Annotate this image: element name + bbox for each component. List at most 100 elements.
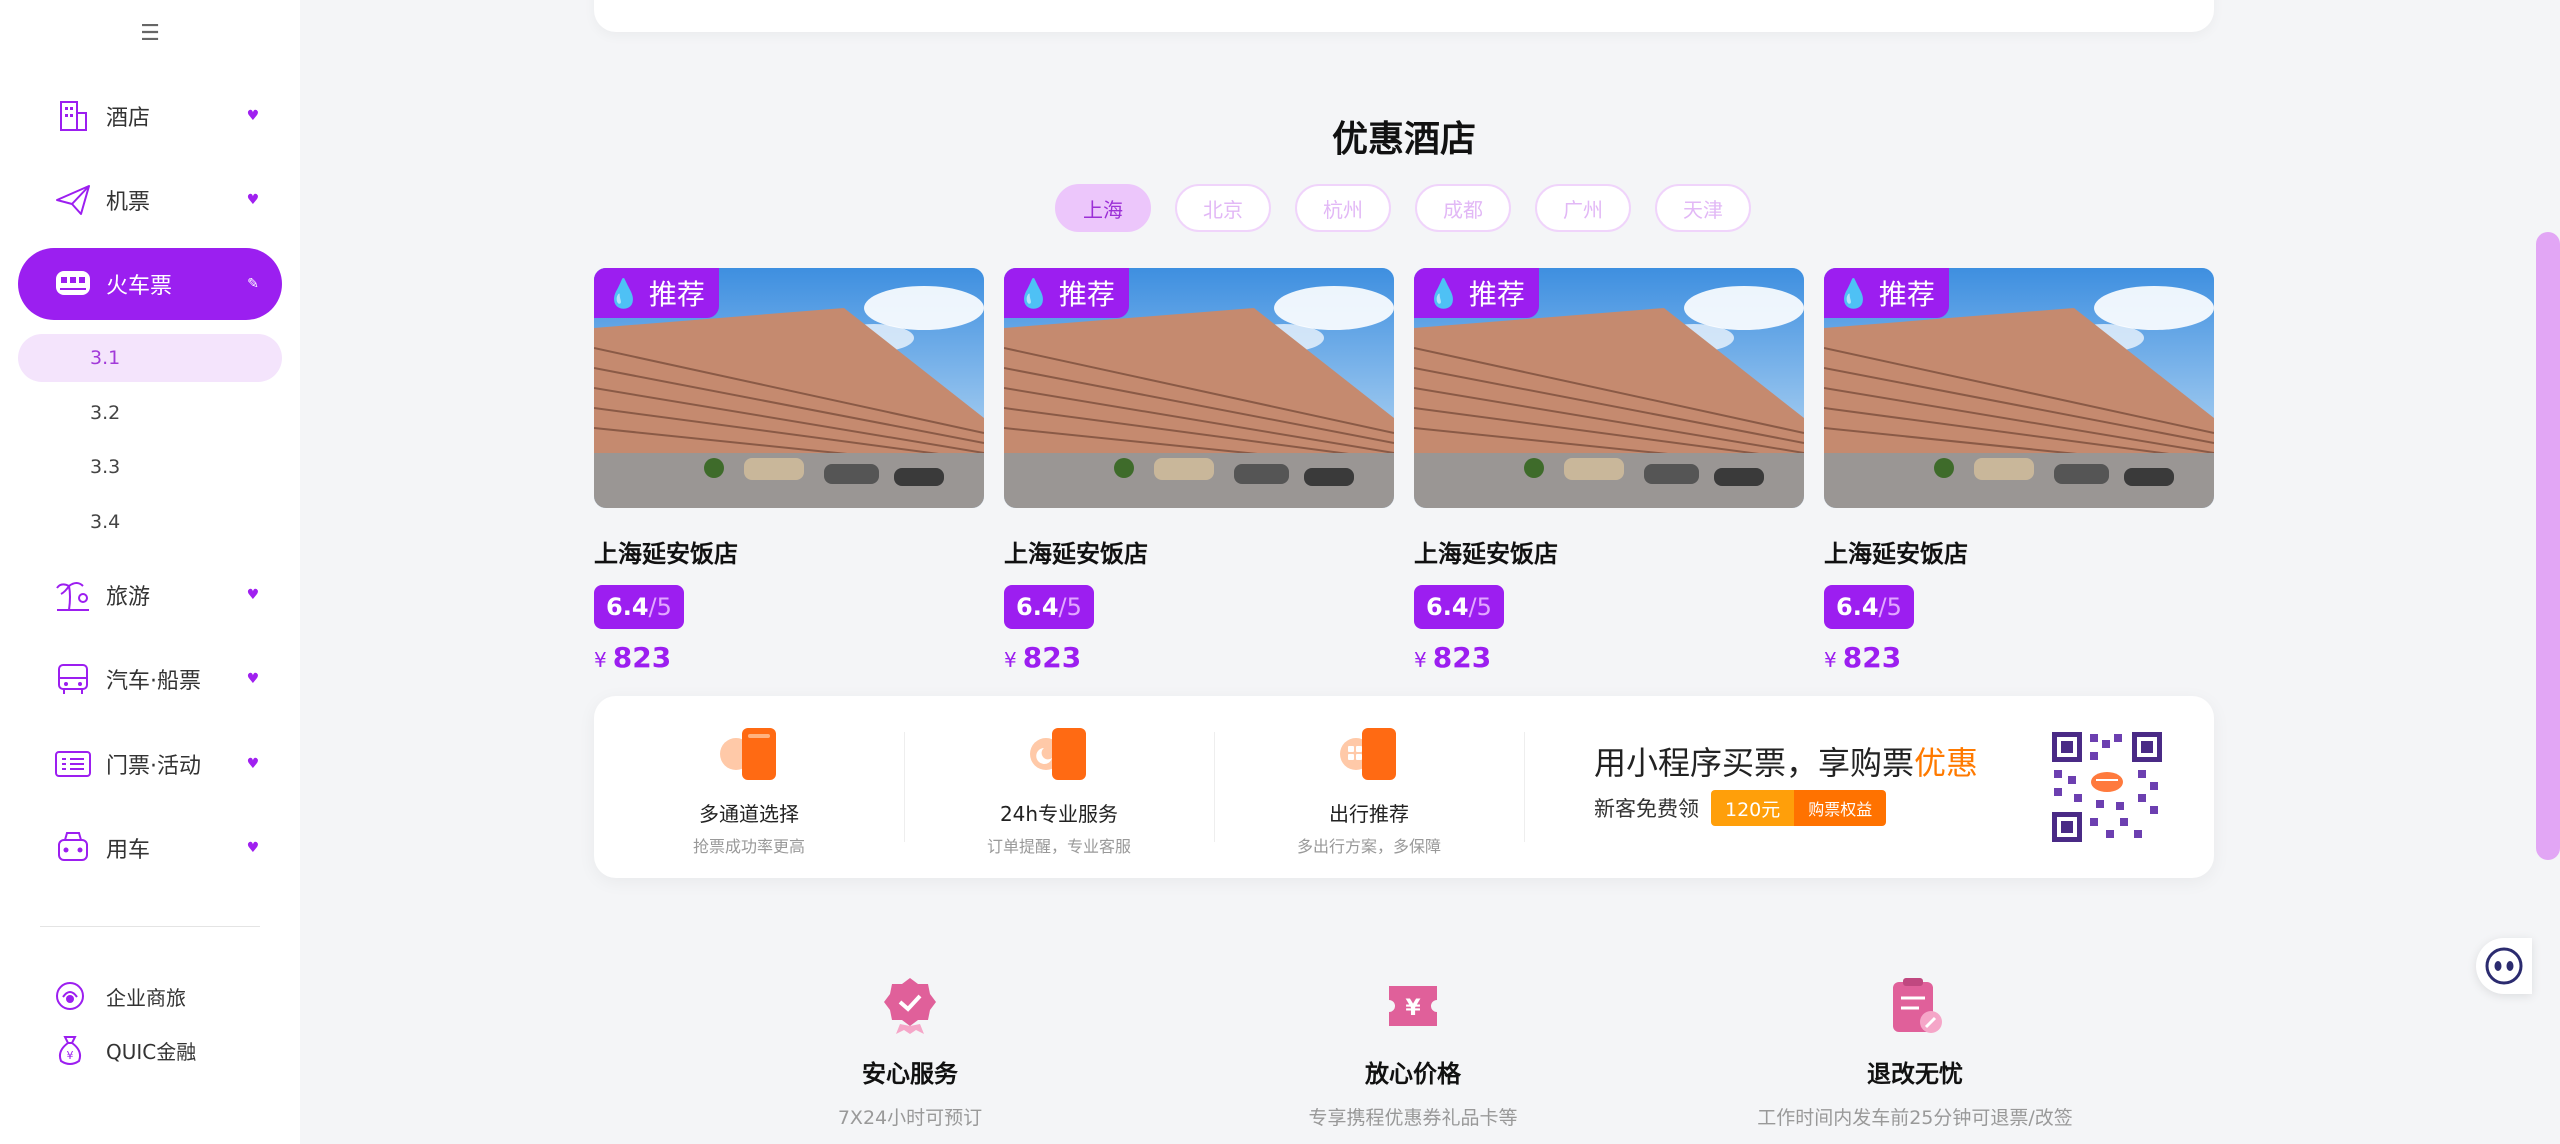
promo-coupon[interactable]: 120元 购票权益	[1711, 790, 1887, 826]
promo-title-highlight: 优惠	[1914, 744, 1979, 782]
sidebar-item-hotel[interactable]: 酒店 ♥	[18, 80, 282, 152]
hotel-card[interactable]: 💧 推荐 上海延安饭店 6.4/5 ¥823	[1004, 268, 1394, 674]
price-value: 823	[1432, 641, 1492, 674]
score-denominator: /5	[1058, 593, 1082, 621]
score-denominator: /5	[1878, 593, 1902, 621]
service-safe: 安心服务 7X24小时可预订	[660, 976, 1160, 1130]
sub-item-3-1[interactable]: 3.1	[18, 334, 282, 382]
service-desc: 工作时间内发车前25分钟可退票/改签	[1757, 1107, 2073, 1129]
tab-chengdu[interactable]: 成都	[1415, 184, 1511, 232]
sidebar-item-label: 酒店	[106, 106, 151, 131]
hotel-card[interactable]: 💧 推荐 上海延安饭店 6.4/5 ¥823	[1414, 268, 1804, 674]
heart-icon: ♥	[246, 192, 260, 208]
service-desc: 专享携程优惠券礼品卡等	[1308, 1107, 1518, 1129]
tab-shanghai[interactable]: 上海	[1055, 184, 1151, 232]
score-value: 6.4	[606, 593, 649, 621]
feature-desc: 抢票成功率更高	[692, 837, 805, 856]
tab-beijing[interactable]: 北京	[1175, 184, 1271, 232]
hotel-image: 💧 推荐	[1824, 268, 2214, 508]
qr-code	[2050, 730, 2164, 844]
hotel-price: ¥823	[1824, 641, 2214, 674]
svg-text:¥: ¥	[1405, 996, 1421, 1021]
service-title: 退改无忧	[1867, 1060, 1963, 1088]
hotel-score: 6.4/5	[1414, 585, 1504, 629]
car-icon	[54, 829, 92, 867]
hotel-card[interactable]: 💧 推荐 上海延安饭店 6.4/5 ¥823	[594, 268, 984, 674]
hotel-name: 上海延安饭店	[1414, 540, 1558, 568]
currency-symbol: ¥	[594, 648, 607, 672]
island-icon	[54, 576, 92, 614]
bus-icon	[54, 660, 92, 698]
sub-item-3-2[interactable]: 3.2	[18, 389, 282, 437]
feature-divider	[1524, 732, 1525, 842]
heart-icon: ♥	[246, 108, 260, 124]
feature-desc: 多出行方案，多保障	[1296, 837, 1441, 856]
chat-bot-button[interactable]	[2476, 938, 2532, 994]
robot-icon	[2485, 947, 2523, 985]
sidebar-item-label: 门票·活动	[106, 754, 201, 779]
service-desc: 7X24小时可预订	[837, 1107, 983, 1129]
feature-card: 多通道选择 抢票成功率更高 24h专业服务 订单提醒，专业客服 出行推荐 多出行…	[594, 696, 2214, 878]
score-value: 6.4	[1426, 593, 1469, 621]
sidebar-item-train[interactable]: 火车票 ✎	[18, 248, 282, 320]
feature-multi-channel: 多通道选择 抢票成功率更高	[594, 724, 904, 857]
sidebar-item-label: 旅游	[106, 585, 151, 610]
promo-subtitle: 新客免费领 120元 购票权益	[1594, 790, 1887, 826]
train-icon	[54, 265, 92, 303]
feature-travel-recommend: 出行推荐 多出行方案，多保障	[1214, 724, 1524, 857]
badge-label: 推荐	[1468, 278, 1525, 311]
currency-symbol: ¥	[1824, 648, 1837, 672]
badge-label: 推荐	[1058, 278, 1115, 311]
hotel-image: 💧 推荐	[594, 268, 984, 508]
moon-phone-icon	[1024, 724, 1094, 784]
hotel-price: ¥823	[1414, 641, 1804, 674]
badge-label: 推荐	[648, 278, 705, 311]
feature-desc: 订单提醒，专业客服	[986, 837, 1131, 856]
service-title: 安心服务	[862, 1060, 958, 1088]
sidebar-item-label: 机票	[106, 190, 151, 215]
tab-hangzhou[interactable]: 杭州	[1295, 184, 1391, 232]
scrollbar[interactable]	[2536, 232, 2560, 860]
pencil-icon: ✎	[247, 276, 259, 292]
recommend-badge: 💧 推荐	[1414, 268, 1539, 318]
promo-subtitle-text: 新客免费领	[1594, 797, 1699, 821]
svg-text:¥: ¥	[67, 1049, 74, 1062]
yen-ticket-icon: ¥	[1385, 976, 1441, 1036]
tab-tianjin[interactable]: 天津	[1655, 184, 1751, 232]
promo-title: 用小程序买票，享购票优惠	[1594, 738, 1978, 784]
sidebar-item-tickets[interactable]: 门票·活动 ♥	[18, 728, 282, 800]
bottom-link-label: 企业商旅	[106, 985, 186, 1010]
feature-24h-service: 24h专业服务 订单提醒，专业客服	[904, 724, 1214, 857]
sub-item-3-4[interactable]: 3.4	[18, 498, 282, 546]
hotel-score: 6.4/5	[594, 585, 684, 629]
heart-icon: ♥	[246, 671, 260, 687]
feature-title: 出行推荐	[1329, 802, 1409, 826]
fire-icon: 💧	[1836, 276, 1871, 310]
hotel-card[interactable]: 💧 推荐 上海延安饭店 6.4/5 ¥823	[1824, 268, 2214, 674]
service-title: 放心价格	[1365, 1060, 1461, 1088]
recommend-badge: 💧 推荐	[1824, 268, 1949, 318]
sidebar-item-flight[interactable]: 机票 ♥	[18, 164, 282, 236]
fire-icon: 💧	[606, 276, 641, 310]
sidebar-item-car[interactable]: 用车 ♥	[18, 812, 282, 884]
business-icon	[52, 978, 88, 1014]
badge-label: 推荐	[1878, 278, 1935, 311]
finance-link[interactable]: ¥ QUIC金融	[52, 1032, 196, 1068]
sidebar-item-label: 火车票	[106, 274, 173, 299]
sidebar-item-label: 用车	[106, 838, 151, 863]
price-value: 823	[612, 641, 672, 674]
sub-item-3-3[interactable]: 3.3	[18, 443, 282, 491]
tab-guangzhou[interactable]: 广州	[1535, 184, 1631, 232]
hotel-price: ¥823	[594, 641, 984, 674]
recommend-badge: 💧 推荐	[1004, 268, 1129, 318]
sidebar-item-bus-ship[interactable]: 汽车·船票 ♥	[18, 643, 282, 715]
sidebar-item-travel[interactable]: 旅游 ♥	[18, 559, 282, 631]
hotel-score: 6.4/5	[1004, 585, 1094, 629]
menu-lines-icon[interactable]: ☰	[138, 22, 162, 46]
business-travel-link[interactable]: 企业商旅	[52, 978, 186, 1014]
sidebar: ☰ 酒店 ♥ 机票 ♥ 火车票 ✎ 3.1 3.2 3.3 3.4 旅游 ♥ 汽…	[0, 0, 300, 1144]
promo-action: 购票权益	[1794, 790, 1887, 826]
sidebar-item-label: 汽车·船票	[106, 669, 201, 694]
fire-icon: 💧	[1426, 276, 1461, 310]
clipboard-edit-icon	[1887, 976, 1943, 1036]
